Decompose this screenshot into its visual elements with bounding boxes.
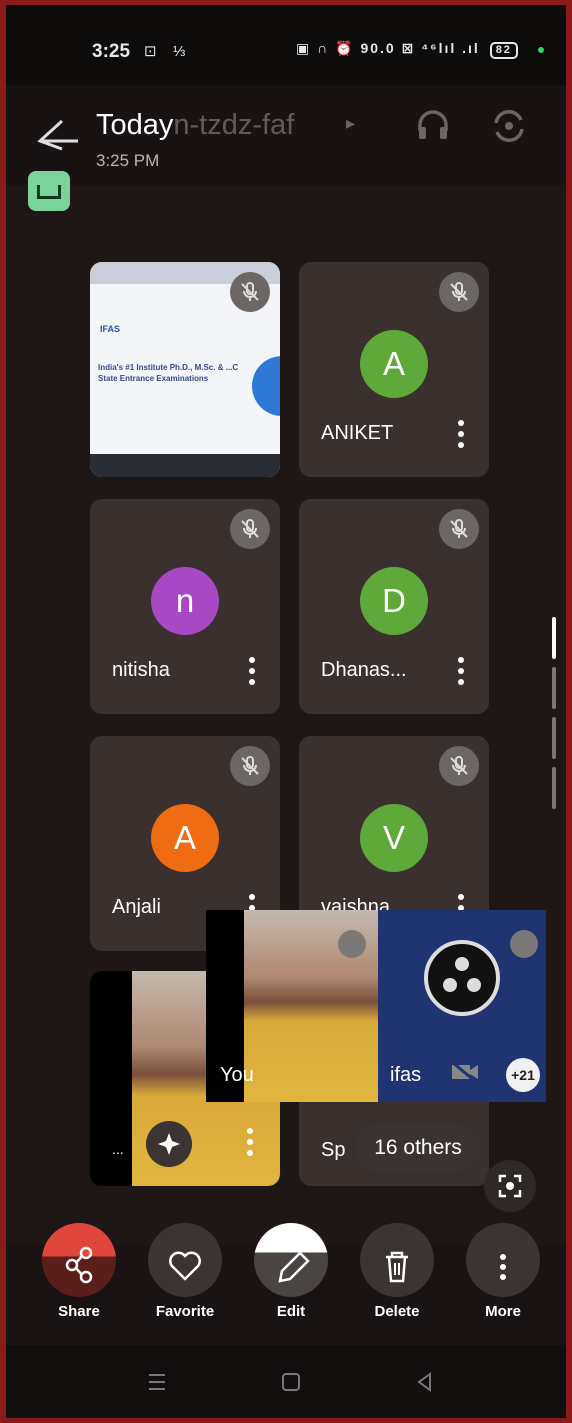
more-options-icon[interactable] [457, 417, 465, 451]
others-pill[interactable]: 16 others [356, 1123, 480, 1173]
effects-sparkle-icon[interactable] [146, 1121, 192, 1167]
participant-tile[interactable]: D Dhanas... [299, 499, 489, 714]
participant-name: Anjali [112, 896, 161, 918]
delete-button[interactable]: Delete [352, 1223, 442, 1323]
more-options-icon[interactable] [246, 1125, 254, 1159]
scrollbar[interactable] [552, 617, 558, 817]
mic-off-icon [230, 509, 270, 549]
battery-icon: 82 [489, 42, 518, 59]
avatar: A [151, 804, 219, 872]
screen-share-graphic [252, 356, 280, 416]
share-button[interactable]: Share [34, 1223, 124, 1323]
home-icon[interactable] [278, 1369, 304, 1395]
switch-camera-icon[interactable] [490, 107, 528, 145]
gallery-badge-icon [28, 171, 70, 211]
ifas-video[interactable]: ifas +21 [378, 910, 546, 1102]
mic-off-icon [439, 746, 479, 786]
favorite-button[interactable]: Favorite [140, 1223, 230, 1323]
pencil-icon [254, 1223, 328, 1297]
more-label: More [485, 1303, 521, 1320]
participant-tile[interactable]: A ANIKET [299, 262, 489, 477]
meeting-code: n-tzdz-faf [173, 109, 295, 141]
action-bar: Share Favorite Edit Delete More [6, 1223, 566, 1345]
more-options-icon[interactable] [248, 654, 256, 688]
mic-off-icon [439, 509, 479, 549]
network-icons: ▣ ∩ ⏰ 90.0 ⊠ ⁴⁶lıl .ıl [296, 40, 480, 56]
participant-name: ... [112, 1141, 124, 1157]
more-button[interactable]: More [458, 1223, 548, 1323]
screen-share-taskbar [90, 454, 280, 477]
chevron-right-icon: ▸ [346, 113, 356, 133]
more-options-icon[interactable] [457, 654, 465, 688]
participant-tile[interactable]: n nitisha [90, 499, 280, 714]
video-off-icon [451, 1060, 478, 1084]
edit-label: Edit [276, 1303, 306, 1320]
privacy-dot-icon [538, 47, 544, 53]
focus-icon[interactable] [484, 1160, 536, 1212]
header: Todayn-tzdz-faf ▸ 3:25 PM [6, 85, 566, 185]
status-time: 3:25 [92, 41, 131, 62]
mic-off-icon [338, 930, 366, 958]
share-icon [42, 1223, 116, 1297]
status-bar: 3:25 ⊡ ⅓ ▣ ∩ ⏰ 90.0 ⊠ ⁴⁶lıl .ıl 82 [6, 5, 566, 85]
title-day: Today [96, 109, 174, 141]
mic-off-icon [439, 272, 479, 312]
avatar: D [360, 567, 428, 635]
page-subtitle: 3:25 PM [96, 151, 160, 170]
ifas-label: ifas [390, 1064, 422, 1086]
screen: 3:25 ⊡ ⅓ ▣ ∩ ⏰ 90.0 ⊠ ⁴⁶lıl .ıl 82 Today… [6, 5, 566, 1418]
mic-off-icon [230, 746, 270, 786]
screen-share-logo: IFAS [100, 324, 121, 334]
participant-name: ANIKET [321, 422, 394, 444]
avatar: n [151, 567, 219, 635]
screen-share-tile[interactable]: IFAS India's #1 Institute Ph.D., M.Sc. &… [90, 262, 280, 477]
system-nav-bar [6, 1345, 566, 1418]
mic-off-icon [230, 272, 270, 312]
status-left-icons: ⊡ ⅓ [144, 43, 192, 60]
headphones-icon[interactable] [416, 107, 450, 143]
edit-button[interactable]: Edit [246, 1223, 336, 1323]
back-icon[interactable] [412, 1369, 438, 1395]
mic-off-icon [510, 930, 538, 958]
participant-name: Dhanas... [321, 659, 407, 681]
picture-in-picture[interactable]: You ifas +21 [206, 910, 546, 1102]
avatar: V [360, 804, 428, 872]
you-label: You [220, 1064, 254, 1086]
back-arrow-icon[interactable] [32, 115, 82, 155]
status-right-icons: ▣ ∩ ⏰ 90.0 ⊠ ⁴⁶lıl .ıl 82 [296, 40, 518, 59]
avatar: A [360, 330, 428, 398]
trash-icon [360, 1223, 434, 1297]
share-label: Share [58, 1303, 100, 1320]
recent-apps-icon[interactable] [144, 1369, 170, 1395]
screen-share-text: India's #1 Institute Ph.D., M.Sc. & ...C… [98, 363, 239, 383]
more-icon [466, 1223, 540, 1297]
participant-name: nitisha [112, 659, 170, 681]
page-title: Todayn-tzdz-faf [96, 109, 294, 142]
more-participants-badge[interactable]: +21 [506, 1058, 540, 1092]
you-video[interactable]: You [206, 910, 378, 1102]
delete-label: Delete [374, 1303, 420, 1320]
heart-icon [148, 1223, 222, 1297]
favorite-label: Favorite [155, 1303, 215, 1320]
obs-logo-icon [424, 940, 500, 1016]
participant-name: Sp [321, 1139, 346, 1161]
